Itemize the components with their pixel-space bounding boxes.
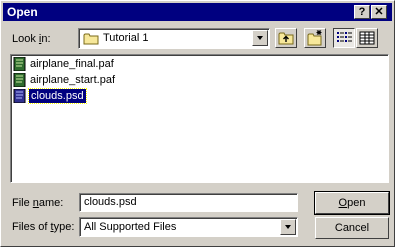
open-button[interactable]: Open <box>314 191 390 215</box>
chevron-down-icon[interactable] <box>252 30 268 46</box>
look-in-label: Look in: <box>12 33 51 45</box>
file-name-value: clouds.psd <box>84 196 137 208</box>
file-type-dropdown[interactable]: All Supported Files <box>79 217 298 237</box>
up-folder-icon <box>278 32 294 45</box>
document-icon <box>13 57 26 71</box>
new-folder-icon <box>307 30 322 46</box>
list-view-button[interactable] <box>333 28 355 48</box>
file-name-input[interactable]: clouds.psd <box>79 193 298 212</box>
list-view-icon <box>337 32 352 42</box>
file-type-label: Files of type: <box>12 221 75 233</box>
create-new-folder-button[interactable] <box>304 28 326 48</box>
up-one-level-button[interactable] <box>275 28 297 48</box>
details-view-button[interactable] <box>356 28 378 48</box>
look-in-dropdown[interactable]: Tutorial 1 <box>78 28 270 49</box>
file-name-label: clouds.psd <box>28 88 87 104</box>
cancel-button[interactable]: Cancel <box>315 217 389 239</box>
window-title: Open <box>7 5 38 19</box>
file-list[interactable]: airplane_final.paf airplane_start.paf cl… <box>10 54 389 183</box>
help-button[interactable]: ? <box>354 5 370 19</box>
title-bar[interactable]: Open ? ✕ <box>3 3 392 21</box>
look-in-value: Tutorial 1 <box>103 32 149 44</box>
file-name-label: File name: <box>12 197 64 209</box>
file-name-label: airplane_start.paf <box>30 74 115 86</box>
chevron-down-icon[interactable] <box>280 219 296 235</box>
file-type-value: All Supported Files <box>84 221 177 233</box>
open-dialog: Open ? ✕ Look in: Tutorial 1 airplane_fi… <box>0 0 395 247</box>
document-icon <box>13 73 26 87</box>
file-name-label: airplane_final.paf <box>30 58 114 70</box>
close-button[interactable]: ✕ <box>371 5 387 19</box>
document-icon <box>13 89 26 103</box>
details-view-icon <box>359 31 375 45</box>
folder-icon <box>83 33 99 45</box>
